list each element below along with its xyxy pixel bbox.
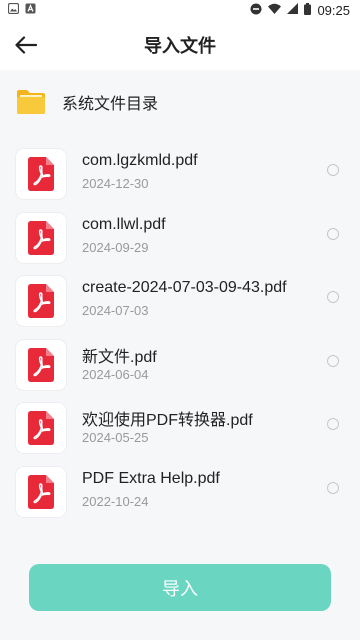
select-radio[interactable]: [327, 291, 339, 303]
file-thumbnail: [16, 466, 66, 517]
file-name: PDF Extra Help.pdf: [82, 469, 220, 487]
battery-icon: [304, 2, 312, 18]
select-radio[interactable]: [327, 354, 339, 367]
pdf-icon: [28, 220, 54, 255]
file-item[interactable]: PDF Extra Help.pdf 2022-10-24: [0, 463, 360, 527]
select-radio[interactable]: [327, 227, 339, 240]
content-area: 系统文件目录 com.lgzkmld.pdf 2024-12-30 com.ll…: [0, 70, 360, 640]
file-date: 2024-07-03: [82, 303, 149, 318]
page-title: 导入文件: [144, 36, 216, 57]
file-item[interactable]: com.lgzkmld.pdf 2024-12-30: [0, 145, 360, 209]
file-date: 2024-06-04: [82, 366, 149, 382]
image-icon: [7, 2, 20, 17]
select-radio[interactable]: [327, 164, 339, 176]
file-item[interactable]: 新文件.pdf 2024-06-04: [0, 336, 360, 400]
wifi-icon: [268, 3, 282, 17]
file-item[interactable]: 欢迎使用PDF转换器.pdf 2024-05-25: [0, 399, 360, 463]
file-list: com.lgzkmld.pdf 2024-12-30 com.llwl.pdf …: [0, 145, 360, 526]
app-header: 导入文件: [0, 20, 360, 70]
file-thumbnail: [16, 403, 66, 453]
select-radio[interactable]: [327, 481, 339, 494]
pdf-icon: [28, 157, 54, 191]
directory-label: 系统文件目录: [62, 94, 159, 113]
status-bar-right: 09:25: [250, 2, 360, 18]
file-name: create-2024-07-03-09-43.pdf: [82, 279, 287, 296]
file-item[interactable]: create-2024-07-03-09-43.pdf 2024-07-03: [0, 272, 360, 336]
pdf-icon: [28, 411, 54, 445]
file-thumbnail: [16, 276, 66, 326]
file-thumbnail: [16, 212, 66, 263]
a-letter-icon: [25, 3, 36, 17]
file-date: 2024-05-25: [82, 430, 149, 445]
system-directory-row[interactable]: 系统文件目录: [0, 70, 360, 134]
file-name: com.lgzkmld.pdf: [82, 152, 198, 169]
file-thumbnail: [16, 149, 66, 199]
signal-icon: [287, 3, 299, 17]
file-name: 欢迎使用PDF转换器.pdf: [82, 412, 253, 429]
pdf-icon: [28, 284, 54, 318]
folder-icon: [17, 90, 45, 114]
select-radio[interactable]: [327, 418, 339, 430]
file-date: 2024-09-29: [82, 239, 149, 255]
status-bar-left: [0, 2, 36, 17]
file-thumbnail: [16, 339, 66, 390]
pdf-icon: [28, 347, 54, 382]
file-name: com.llwl.pdf: [82, 215, 166, 233]
file-date: 2024-12-30: [82, 176, 149, 191]
status-time: 09:25: [317, 2, 350, 18]
pdf-icon: [28, 474, 54, 509]
file-item[interactable]: com.llwl.pdf 2024-09-29: [0, 209, 360, 273]
back-button[interactable]: [14, 33, 38, 57]
do-not-disturb-icon: [250, 3, 262, 18]
file-name: 新文件.pdf: [82, 348, 157, 366]
import-button[interactable]: 导入: [29, 564, 331, 611]
file-date: 2022-10-24: [82, 493, 149, 509]
status-bar: 09:25: [0, 0, 360, 20]
arrow-left-icon: [15, 36, 37, 54]
